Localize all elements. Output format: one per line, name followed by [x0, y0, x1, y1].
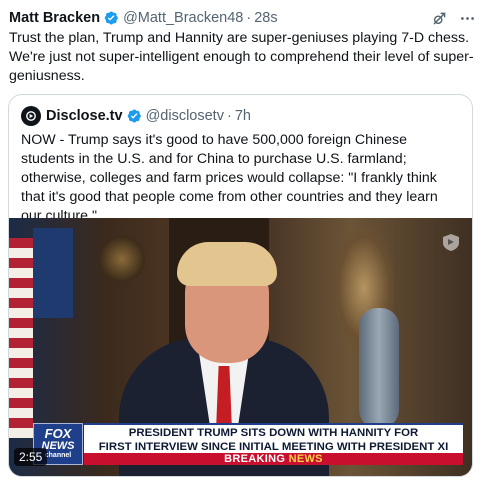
verified-badge-icon[interactable] [103, 10, 119, 26]
post-time[interactable]: 28s [254, 10, 277, 26]
person-hair [177, 242, 277, 286]
logo-sub-text: channel [44, 452, 72, 459]
quoted-post[interactable]: Disclose.tv @disclosetv · 7h NOW - Trump… [8, 94, 473, 477]
breaking-news-bar: BREAKING NEWS [84, 453, 463, 465]
author-name[interactable]: Matt Bracken [9, 10, 100, 26]
media-watermark-icon [440, 231, 462, 253]
breaking-label: BREAKING [224, 453, 286, 465]
quoted-post-header: Disclose.tv @disclosetv · 7h [21, 106, 251, 126]
quoted-post-text: NOW - Trump says it's good to have 500,0… [21, 132, 438, 224]
post-header: Matt Bracken @Matt_Bracken48 · 28s [9, 8, 476, 28]
post-text: Trust the plan, Trump and Hannity are su… [9, 30, 474, 84]
quoted-author-avatar[interactable] [21, 106, 41, 126]
quoted-separator-dot: · [226, 108, 232, 124]
quoted-post-time[interactable]: 7h [235, 108, 251, 124]
flag-canton [33, 228, 73, 318]
quoted-verified-badge-icon[interactable] [126, 108, 142, 124]
chyron-headline: PRESIDENT TRUMP SITS DOWN WITH HANNITY F… [84, 423, 463, 453]
news-label: NEWS [288, 453, 323, 465]
grok-icon[interactable] [430, 9, 448, 27]
video-player[interactable]: FOX NEWS channel PRESIDENT TRUMP SITS DO… [9, 218, 472, 476]
flag-stripes [9, 238, 33, 438]
separator-dot: · [246, 10, 252, 26]
chyron-line-1: PRESIDENT TRUMP SITS DOWN WITH HANNITY F… [128, 427, 419, 439]
presidential-seal [99, 236, 145, 282]
logo-top-text: FOX [44, 426, 72, 441]
video-duration: 2:55 [14, 448, 48, 466]
header-actions [430, 9, 476, 27]
author-handle[interactable]: @Matt_Bracken48 [123, 10, 243, 26]
news-chyron: FOX NEWS channel PRESIDENT TRUMP SITS DO… [33, 423, 463, 465]
quoted-author-handle[interactable]: @disclosetv [146, 108, 224, 124]
more-icon[interactable] [458, 9, 476, 27]
background-vase [359, 308, 399, 428]
quoted-author-name[interactable]: Disclose.tv [46, 108, 123, 124]
chyron-line-2: FIRST INTERVIEW SINCE INITIAL MEETING WI… [98, 441, 449, 453]
